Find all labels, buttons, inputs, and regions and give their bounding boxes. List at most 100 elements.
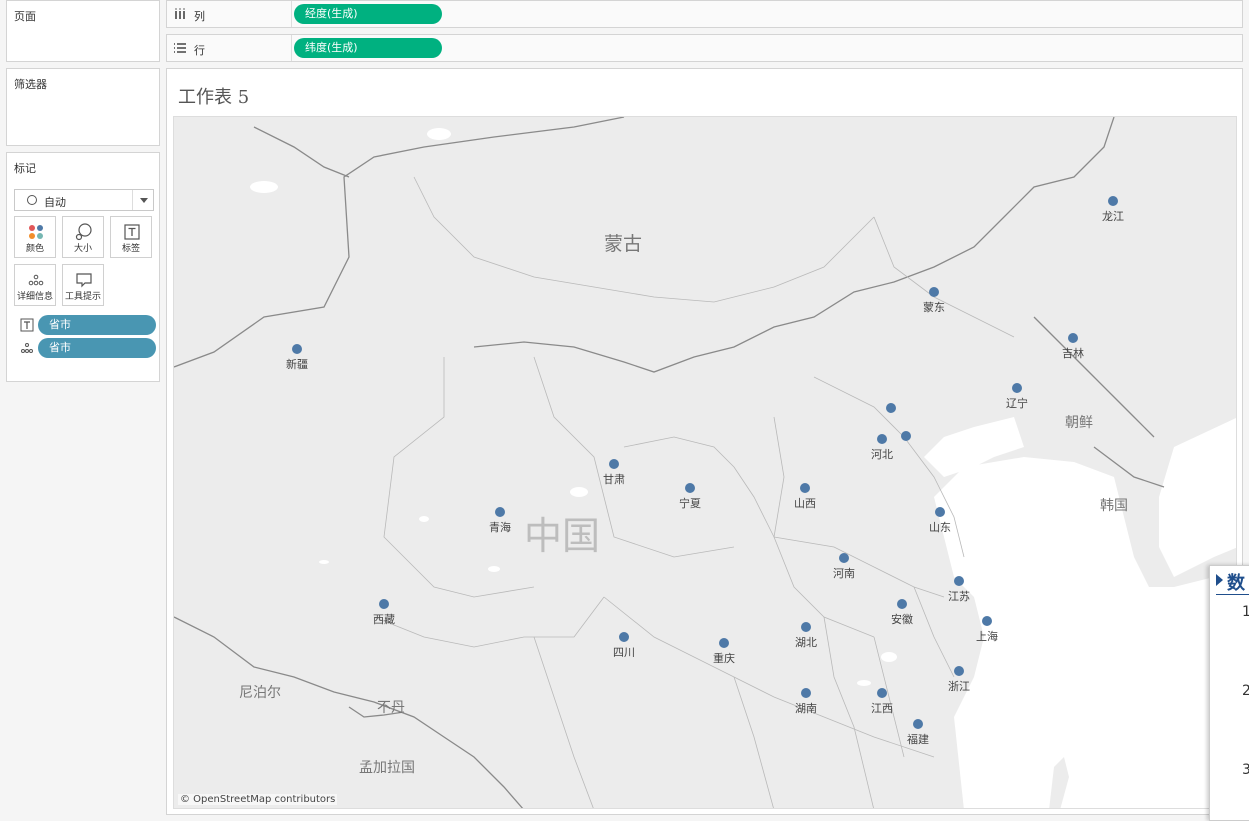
- map-view[interactable]: 蒙古 中国 朝鲜 韩国 尼泊尔 不丹 孟加拉国 龙江 蒙东 吉林 新疆 辽宁 河北 甘肃 宁夏…: [173, 116, 1237, 809]
- province-point-marker[interactable]: [292, 344, 302, 354]
- detail-dots-icon: [21, 343, 33, 353]
- color-button-label: 颜色: [25, 244, 44, 254]
- color-dots-icon: [29, 225, 43, 239]
- province-point[interactable]: 河北: [871, 434, 893, 461]
- pages-card: 页面: [6, 0, 160, 62]
- province-point[interactable]: 福建: [907, 719, 929, 746]
- map-canvas[interactable]: 蒙古 中国 朝鲜 韩国 尼泊尔 不丹 孟加拉国 龙江蒙东吉林新疆辽宁河北甘肃宁夏…: [174, 117, 1237, 809]
- province-point-marker[interactable]: [379, 599, 389, 609]
- pages-title: 页面: [14, 10, 36, 23]
- province-point-marker[interactable]: [619, 632, 629, 642]
- province-point[interactable]: 河南: [833, 553, 855, 580]
- province-point[interactable]: 吉林: [1062, 333, 1084, 360]
- province-point[interactable]: 青海: [489, 507, 511, 534]
- province-point-marker[interactable]: [685, 483, 695, 493]
- province-point-label: 上海: [976, 629, 998, 643]
- province-point-marker[interactable]: [801, 622, 811, 632]
- detail-button[interactable]: 详细信息: [14, 264, 56, 306]
- province-point-marker[interactable]: [929, 287, 939, 297]
- province-point-marker[interactable]: [877, 434, 887, 444]
- province-point[interactable]: 新疆: [286, 344, 308, 371]
- size-button[interactable]: 大小: [62, 216, 104, 258]
- province-point-marker[interactable]: [839, 553, 849, 563]
- province-point-label: 西藏: [373, 613, 395, 626]
- province-point-marker[interactable]: [935, 507, 945, 517]
- province-point-marker[interactable]: [982, 616, 992, 626]
- province-point-marker[interactable]: [897, 599, 907, 609]
- province-point-marker[interactable]: [901, 431, 911, 441]
- caret-right-icon[interactable]: [1216, 574, 1223, 586]
- province-point-marker[interactable]: [1108, 196, 1118, 206]
- province-point[interactable]: 甘肃: [603, 459, 625, 486]
- country-label: 孟加拉国: [359, 759, 415, 775]
- province-point-label: 新疆: [286, 357, 308, 371]
- province-point-label: 重庆: [713, 651, 735, 665]
- province-point[interactable]: 西藏: [373, 599, 395, 626]
- rows-shelf[interactable]: 行 纬度(生成): [166, 34, 1243, 62]
- province-point-label: 安徽: [891, 612, 913, 626]
- province-point-label: 山东: [929, 521, 951, 534]
- mark-type-dropdown[interactable]: 自动: [14, 189, 154, 211]
- province-point-label: 吉林: [1062, 346, 1084, 360]
- rows-label: 行: [194, 44, 205, 57]
- province-point-label: 江西: [871, 702, 893, 715]
- province-point[interactable]: [901, 431, 911, 441]
- province-point-marker[interactable]: [719, 638, 729, 648]
- tooltip-button-label: 工具提示: [64, 292, 101, 302]
- province-point-label: 浙江: [948, 680, 970, 693]
- worksheet-title[interactable]: 工作表 5: [178, 83, 249, 109]
- province-point[interactable]: 宁夏: [679, 483, 701, 510]
- label-field-pill[interactable]: 省市: [38, 315, 156, 335]
- province-point[interactable]: 山西: [794, 483, 816, 510]
- label-button[interactable]: 标签: [110, 216, 152, 258]
- mark-type-value: 自动: [44, 196, 66, 209]
- province-point[interactable]: [886, 403, 896, 413]
- data-panel-row-number: 3: [1242, 762, 1249, 778]
- province-point[interactable]: 江西: [871, 688, 893, 715]
- province-point-marker[interactable]: [1068, 333, 1078, 343]
- province-point-label: 湖南: [795, 702, 817, 715]
- province-point[interactable]: 四川: [613, 632, 635, 659]
- province-point[interactable]: 湖北: [795, 622, 817, 649]
- columns-label: 列: [194, 10, 205, 23]
- detail-field-row: 省市: [20, 338, 156, 358]
- sea-area: [924, 417, 1236, 808]
- province-point-marker[interactable]: [609, 459, 619, 469]
- province-point[interactable]: 辽宁: [1006, 383, 1028, 410]
- province-point-marker[interactable]: [913, 719, 923, 729]
- circle-mark-icon: [27, 195, 37, 205]
- province-point-marker[interactable]: [877, 688, 887, 698]
- province-point[interactable]: 重庆: [713, 638, 735, 665]
- province-point[interactable]: 安徽: [891, 599, 913, 626]
- label-field-row: 省市: [20, 315, 156, 335]
- province-point-marker[interactable]: [1012, 383, 1022, 393]
- color-button[interactable]: 颜色: [14, 216, 56, 258]
- chevron-down-icon[interactable]: [140, 198, 148, 203]
- columns-shelf[interactable]: 列 经度(生成): [166, 0, 1243, 28]
- country-label: 不丹: [377, 699, 405, 715]
- province-point-marker[interactable]: [495, 507, 505, 517]
- province-point-marker[interactable]: [800, 483, 810, 493]
- detail-dots-icon: [28, 274, 44, 286]
- province-point-label: 江苏: [948, 590, 970, 603]
- marks-title: 标记: [14, 162, 36, 175]
- worksheet-view: 工作表 5 蒙古 中国 朝鲜 韩国 尼泊尔 不丹 孟加拉国 龙江 蒙东 吉林 新…: [166, 68, 1243, 815]
- data-panel[interactable]: 数 1 2 3: [1209, 565, 1249, 821]
- province-point-marker[interactable]: [954, 576, 964, 586]
- province-point-marker[interactable]: [886, 403, 896, 413]
- province-point[interactable]: 龙江: [1102, 196, 1124, 223]
- text-label-icon: [20, 318, 34, 332]
- longitude-pill[interactable]: 经度(生成): [294, 4, 442, 24]
- province-point-label: 甘肃: [603, 473, 625, 486]
- province-point-label: 四川: [613, 646, 635, 659]
- filters-card[interactable]: 筛选器: [6, 68, 160, 146]
- tooltip-button[interactable]: 工具提示: [62, 264, 104, 306]
- province-point-marker[interactable]: [954, 666, 964, 676]
- province-point[interactable]: 浙江: [948, 666, 970, 693]
- province-point[interactable]: 湖南: [795, 688, 817, 715]
- province-point-marker[interactable]: [801, 688, 811, 698]
- detail-field-pill[interactable]: 省市: [38, 338, 156, 358]
- map-attribution[interactable]: © OpenStreetMap contributors: [178, 794, 338, 805]
- latitude-pill[interactable]: 纬度(生成): [294, 38, 442, 58]
- country-label: 韩国: [1100, 497, 1128, 513]
